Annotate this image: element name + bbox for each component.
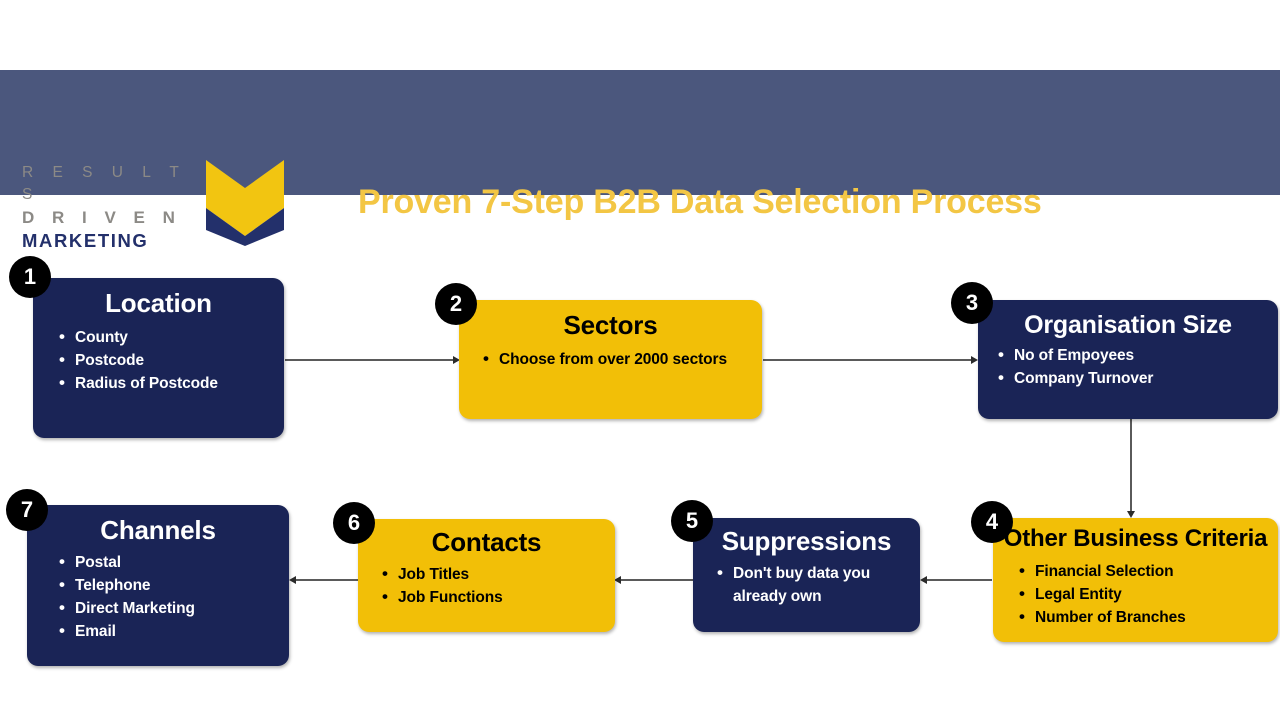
list-item: Don't buy data you already own [717,561,908,608]
step-title-2: Sectors [563,310,658,340]
step-badge-5: 5 [671,500,713,542]
arrow-step3-to-step4-head-icon [1127,511,1135,518]
logo-line-marketing: MARKETING [22,230,149,251]
logo-line-driven: D R I V E N [22,208,182,227]
step-title-6: Contacts [431,527,542,557]
step-badge-4: 4 [971,501,1013,543]
header-band: R E S U L T S D R I V E N MARKETING Prov… [0,70,1280,251]
arrow-step1-to-step2 [285,359,457,361]
list-item: No of Empoyees [998,343,1268,367]
step-badge-3: 3 [951,282,993,324]
step-title-4: Other Business Criteria [1003,525,1268,552]
list-item: Job Titles [382,562,605,586]
step-title-5: Suppressions [721,526,892,556]
list-item: Postal [59,550,279,574]
step-items-3: No of Empoyees Company Turnover [978,340,1278,390]
brand-logo: R E S U L T S D R I V E N MARKETING [22,156,284,253]
arrow-step3-to-step4 [1130,419,1132,515]
arrow-step6-to-step7-head-icon [289,576,296,584]
list-item: County [59,325,274,349]
step-box-suppressions[interactable]: Suppressions Don't buy data you already … [693,518,920,632]
step-badge-2: 2 [435,283,477,325]
step-box-sectors[interactable]: Sectors Choose from over 2000 sectors [459,300,762,419]
list-item: Radius of Postcode [59,371,274,395]
chevron-logo-mark-icon [206,156,284,246]
list-item: Company Turnover [998,366,1268,390]
step-box-channels[interactable]: Channels Postal Telephone Direct Marketi… [27,505,289,666]
step-badge-7: 7 [6,489,48,531]
step-items-4: Financial Selection Legal Entity Number … [993,554,1278,629]
step-badge-6: 6 [333,502,375,544]
step-title-1: Location [105,288,212,318]
step-title-7: Channels [100,515,216,545]
step-box-location[interactable]: Location County Postcode Radius of Postc… [33,278,284,438]
list-item: Number of Branches [1019,605,1268,629]
logo-wordmark: R E S U L T S D R I V E N MARKETING [22,162,197,253]
step-items-2: Choose from over 2000 sectors [459,340,762,371]
arrow-step5-to-step6 [617,579,694,581]
step-items-5: Don't buy data you already own [693,556,920,608]
list-item: Telephone [59,573,279,597]
step-items-1: County Postcode Radius of Postcode [33,318,284,395]
list-item: Postcode [59,348,274,372]
list-item: Email [59,619,279,643]
list-item: Financial Selection [1019,559,1268,583]
arrow-step4-to-step5-head-icon [920,576,927,584]
list-item: Choose from over 2000 sectors [483,347,740,371]
step-badge-1: 1 [9,256,51,298]
arrow-step2-to-step3 [763,359,975,361]
arrow-step2-to-step3-head-icon [971,356,978,364]
page-title: Proven 7-Step B2B Data Selection Process [358,183,1042,221]
list-item: Direct Marketing [59,596,279,620]
step-box-contacts[interactable]: Contacts Job Titles Job Functions [358,519,615,632]
step-items-6: Job Titles Job Functions [358,557,615,609]
list-item: Legal Entity [1019,582,1268,606]
step-box-organisation-size[interactable]: Organisation Size No of Empoyees Company… [978,300,1278,419]
arrow-step6-to-step7 [292,579,360,581]
list-item: Job Functions [382,585,605,609]
step-box-other-business-criteria[interactable]: Other Business Criteria Financial Select… [993,518,1278,642]
arrow-step5-to-step6-head-icon [614,576,621,584]
arrow-step4-to-step5 [923,579,992,581]
logo-line-results: R E S U L T S [22,164,187,203]
step-title-3: Organisation Size [1024,311,1232,339]
step-items-7: Postal Telephone Direct Marketing Email [27,545,289,643]
